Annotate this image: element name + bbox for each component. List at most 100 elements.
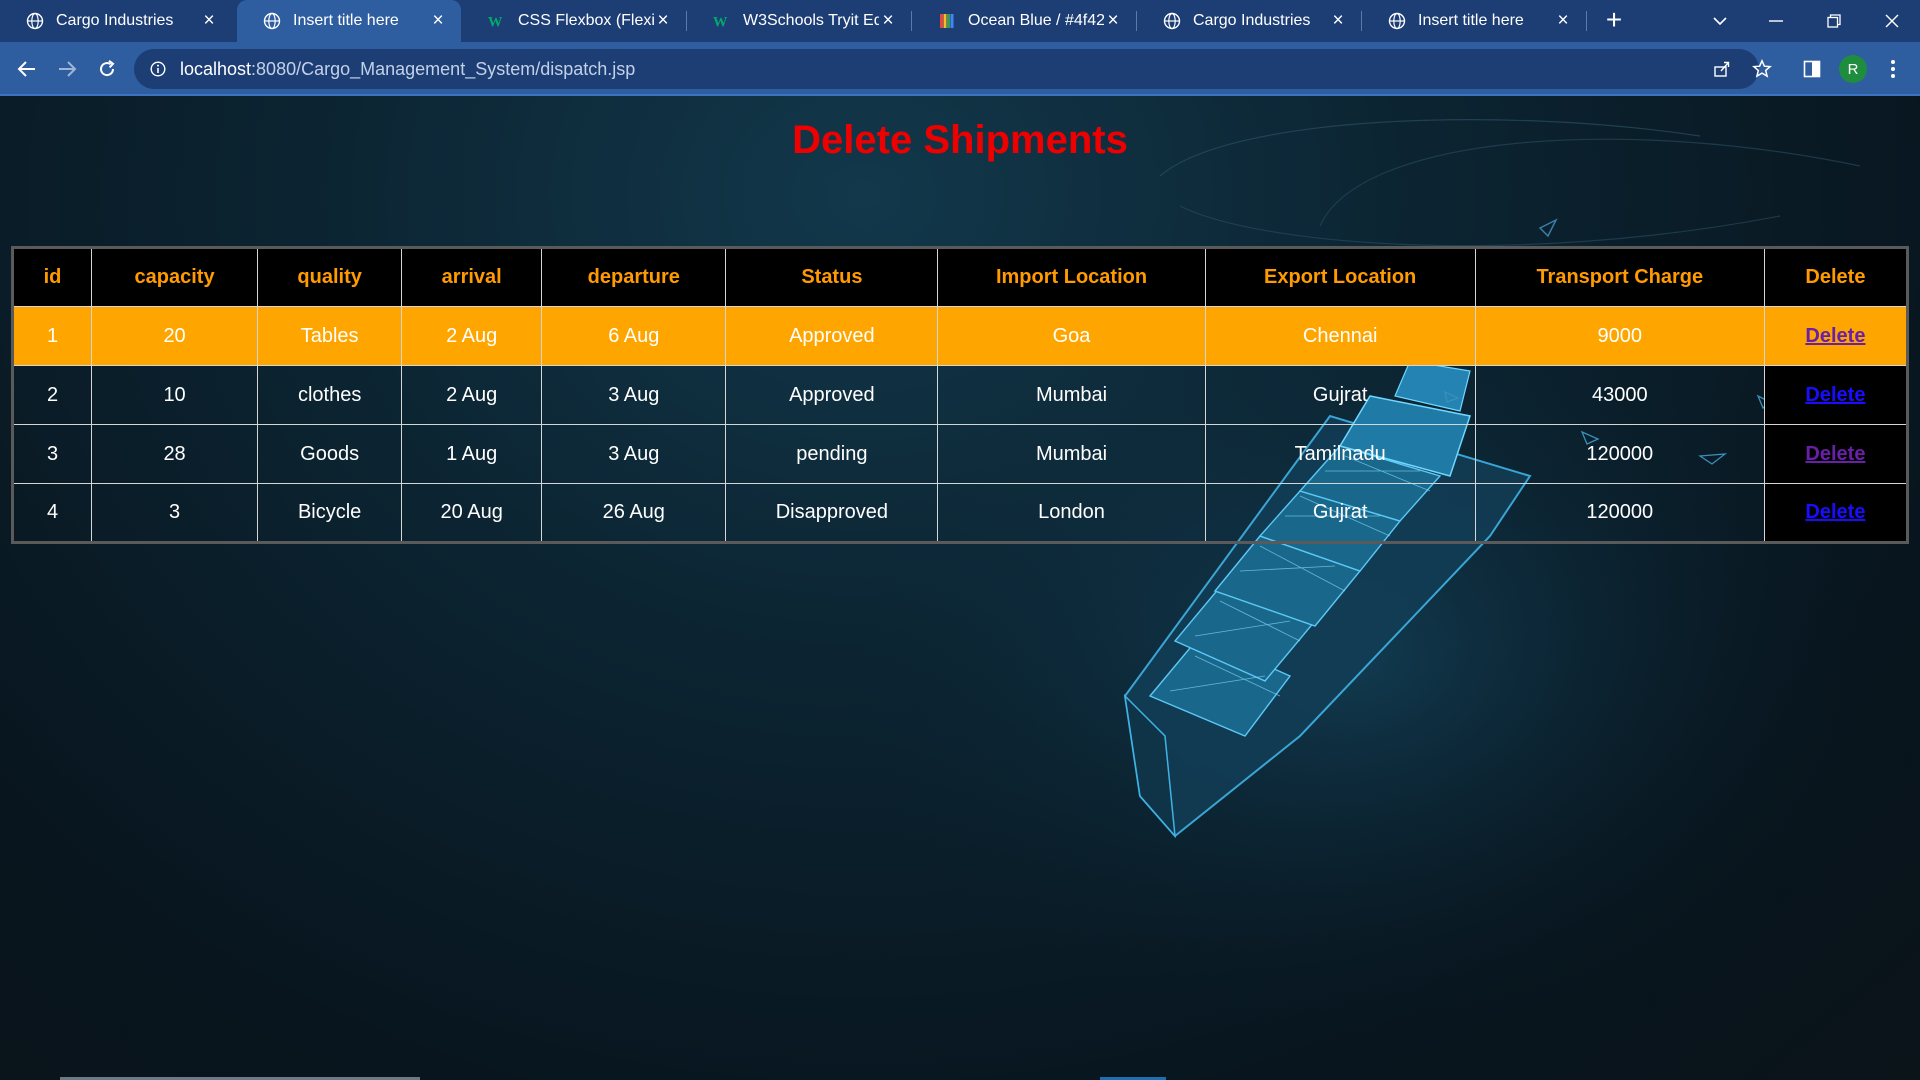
delete-link[interactable]: Delete bbox=[1805, 325, 1865, 347]
side-panel-icon bbox=[1803, 60, 1821, 78]
side-panel-button[interactable] bbox=[1797, 54, 1827, 84]
cell-delete: Delete bbox=[1763, 365, 1909, 425]
cell-id: 1 bbox=[11, 306, 93, 366]
url-path: :8080/Cargo_Management_System/dispatch.j… bbox=[251, 58, 636, 79]
column-header-id: id bbox=[11, 247, 93, 307]
cell-status: Approved bbox=[725, 365, 939, 425]
tab-separator bbox=[1586, 11, 1587, 31]
share-icon bbox=[1714, 61, 1730, 77]
table-header-row: id capacity quality arrival departure St… bbox=[11, 247, 1909, 307]
address-bar[interactable]: localhost:8080/Cargo_Management_System/d… bbox=[134, 49, 1772, 89]
minimize-icon bbox=[1769, 20, 1783, 22]
table-row: 2 10 clothes 2 Aug 3 Aug Approved Mumbai… bbox=[11, 365, 1909, 425]
cell-capacity: 20 bbox=[91, 306, 259, 366]
url-host: localhost bbox=[180, 58, 252, 79]
cell-export-location: Tamilnadu bbox=[1204, 424, 1476, 484]
tab-ocean-blue[interactable]: Ocean Blue / #4f42b5 × bbox=[912, 0, 1136, 42]
new-tab-button[interactable]: + bbox=[1598, 6, 1630, 36]
color-palette-icon bbox=[938, 12, 956, 30]
globe-icon bbox=[1388, 12, 1406, 30]
delete-link[interactable]: Delete bbox=[1805, 501, 1865, 523]
close-icon[interactable]: × bbox=[879, 11, 897, 30]
cell-status: Disapproved bbox=[725, 483, 939, 543]
close-window-button[interactable] bbox=[1864, 0, 1920, 42]
tab-cargo-industries-1[interactable]: Cargo Industries × bbox=[0, 0, 232, 42]
reload-icon bbox=[100, 59, 115, 77]
table-row: 4 3 Bicycle 20 Aug 26 Aug Disapproved Lo… bbox=[11, 483, 1909, 543]
tab-strip: Cargo Industries × Insert title here × W… bbox=[0, 0, 1920, 42]
reload-button[interactable] bbox=[92, 54, 122, 84]
toolbar: localhost:8080/Cargo_Management_System/d… bbox=[0, 42, 1920, 96]
cell-transport-charge: 120000 bbox=[1474, 483, 1765, 543]
column-header-delete: Delete bbox=[1763, 247, 1909, 307]
cell-status: pending bbox=[725, 424, 939, 484]
cell-quality: Bicycle bbox=[257, 483, 403, 543]
tab-title: Insert title here bbox=[1418, 12, 1524, 29]
tab-title: Cargo Industries bbox=[56, 12, 174, 29]
tab-insert-title-2[interactable]: Insert title here × bbox=[1362, 0, 1586, 42]
cell-departure: 3 Aug bbox=[541, 365, 727, 425]
back-button[interactable] bbox=[12, 54, 42, 84]
forward-button[interactable] bbox=[52, 54, 82, 84]
column-header-quality: quality bbox=[257, 247, 403, 307]
tab-css-flexbox[interactable]: W CSS Flexbox (Flexible × bbox=[462, 0, 686, 42]
globe-icon bbox=[263, 12, 281, 30]
close-icon[interactable]: × bbox=[1329, 11, 1347, 30]
page-body: Delete Shipments id capacity quality arr… bbox=[0, 96, 1920, 1080]
cell-id: 4 bbox=[11, 483, 93, 543]
close-icon[interactable]: × bbox=[200, 11, 218, 30]
chevron-down-icon bbox=[1713, 17, 1727, 26]
tab-search-button[interactable] bbox=[1692, 0, 1748, 42]
close-icon[interactable]: × bbox=[429, 11, 447, 30]
profile-avatar[interactable]: R bbox=[1839, 55, 1867, 83]
cell-delete: Delete bbox=[1763, 483, 1909, 543]
cell-capacity: 10 bbox=[91, 365, 259, 425]
cell-arrival: 20 Aug bbox=[401, 483, 543, 543]
minimize-button[interactable] bbox=[1748, 0, 1804, 42]
restore-button[interactable] bbox=[1806, 0, 1862, 42]
cell-import-location: Mumbai bbox=[937, 424, 1206, 484]
cell-delete: Delete bbox=[1763, 424, 1909, 484]
column-header-capacity: capacity bbox=[91, 247, 259, 307]
cell-quality: Goods bbox=[257, 424, 403, 484]
arrow-right-icon bbox=[59, 61, 77, 77]
close-icon[interactable]: × bbox=[1104, 11, 1122, 30]
cell-departure: 6 Aug bbox=[541, 306, 727, 366]
tab-w3schools-tryit[interactable]: W W3Schools Tryit Edito × bbox=[687, 0, 911, 42]
tab-title: W3Schools Tryit Edito bbox=[743, 12, 879, 29]
cell-transport-charge: 120000 bbox=[1474, 424, 1765, 484]
shipments-table: id capacity quality arrival departure St… bbox=[11, 246, 1909, 544]
close-icon[interactable]: × bbox=[654, 11, 672, 30]
menu-button[interactable] bbox=[1878, 54, 1908, 84]
column-header-status: Status bbox=[725, 247, 939, 307]
close-icon[interactable]: × bbox=[1554, 11, 1572, 30]
cell-import-location: London bbox=[937, 483, 1206, 543]
w3schools-icon: W bbox=[713, 12, 731, 30]
share-button[interactable] bbox=[1707, 49, 1737, 89]
cell-arrival: 1 Aug bbox=[401, 424, 543, 484]
cell-delete: Delete bbox=[1763, 306, 1909, 366]
tab-title: Cargo Industries bbox=[1193, 12, 1311, 29]
arrow-left-icon bbox=[17, 61, 35, 77]
cell-import-location: Goa bbox=[937, 306, 1206, 366]
more-vert-icon bbox=[1891, 60, 1895, 78]
bookmark-button[interactable] bbox=[1747, 49, 1777, 89]
star-icon bbox=[1752, 59, 1772, 78]
cargo-ship-background-illustration bbox=[830, 119, 1870, 1036]
info-icon[interactable] bbox=[150, 61, 166, 77]
svg-text:W: W bbox=[713, 14, 728, 29]
cell-export-location: Chennai bbox=[1204, 306, 1476, 366]
delete-link[interactable]: Delete bbox=[1805, 443, 1865, 465]
cell-departure: 26 Aug bbox=[541, 483, 727, 543]
tab-cargo-industries-2[interactable]: Cargo Industries × bbox=[1137, 0, 1361, 42]
globe-icon bbox=[1163, 12, 1181, 30]
delete-link[interactable]: Delete bbox=[1805, 384, 1865, 406]
cell-transport-charge: 9000 bbox=[1474, 306, 1765, 366]
cell-status: Approved bbox=[725, 306, 939, 366]
tab-title: Insert title here bbox=[293, 12, 399, 29]
close-icon bbox=[1885, 14, 1899, 28]
table-row: 3 28 Goods 1 Aug 3 Aug pending Mumbai Ta… bbox=[11, 424, 1909, 484]
tab-insert-title-active[interactable]: Insert title here × bbox=[237, 0, 461, 42]
tab-title: Ocean Blue / #4f42b5 bbox=[968, 12, 1104, 29]
svg-text:W: W bbox=[488, 14, 503, 29]
